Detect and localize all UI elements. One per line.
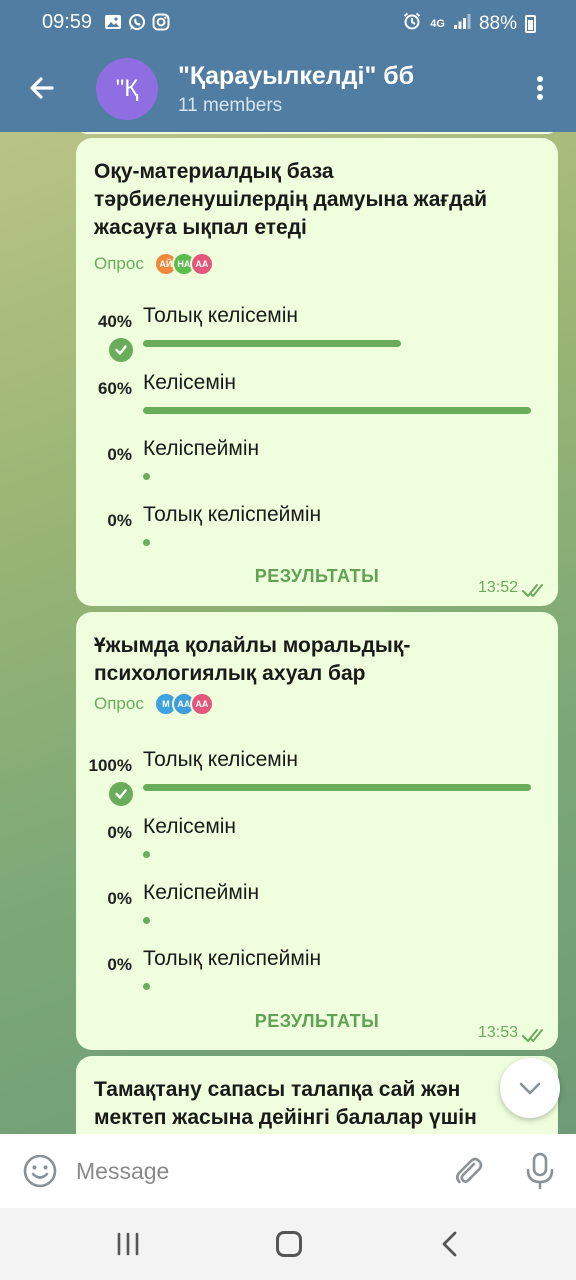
- result-bar: [143, 784, 531, 791]
- option-label: Толық келіспеймін: [143, 947, 322, 970]
- poll-question: Оқу-материалдық база тәрбиеленушілердің …: [94, 160, 488, 239]
- voter-avatar: АА: [189, 252, 214, 276]
- option-label: Келіспеймін: [143, 881, 260, 904]
- status-time: 09:59: [42, 11, 93, 33]
- chat-header: "Қ "Қарауылкелді" бб 11 members: [0, 44, 576, 132]
- group-avatar[interactable]: "Қ: [96, 58, 158, 120]
- option-percent: 0%: [107, 823, 132, 842]
- result-bar: [143, 407, 531, 414]
- scroll-down-button[interactable]: [500, 1058, 560, 1118]
- result-bar: [143, 539, 150, 546]
- poll-option[interactable]: 0% Толық келіспеймін: [76, 945, 558, 1005]
- option-label: Толық келісемін: [143, 304, 298, 327]
- option-label: Келіспеймін: [143, 437, 260, 460]
- poll-option[interactable]: 0% Келісемін: [76, 813, 558, 873]
- poll-option[interactable]: 0% Келіспеймін: [76, 435, 558, 495]
- notification-icons: [104, 13, 170, 31]
- option-percent: 40%: [97, 312, 132, 331]
- recent-apps-icon[interactable]: [114, 1232, 142, 1256]
- poll-message[interactable]: Оқу-материалдық база тәрбиеленушілердің …: [76, 138, 558, 606]
- voter-avatars[interactable]: М АА АА: [153, 692, 214, 716]
- poll-option[interactable]: 0% Толық келіспеймін: [76, 501, 558, 561]
- status-bar: 09:59 4G 88%: [0, 0, 576, 44]
- nav-back-icon[interactable]: [438, 1230, 462, 1258]
- whatsapp-icon: [128, 13, 146, 31]
- message-composer: [0, 1134, 576, 1208]
- poll-option[interactable]: 40% Толық келісемін: [76, 302, 558, 362]
- poll-question: Ұжымда қолайлы моральдық-психологиялық а…: [94, 634, 411, 685]
- option-label: Келісемін: [143, 371, 237, 394]
- chat-title[interactable]: "Қарауылкелді" бб: [178, 62, 414, 91]
- message-input[interactable]: [76, 1152, 436, 1190]
- battery-label: 88%: [478, 13, 517, 34]
- checkmark-icon: [109, 782, 133, 806]
- poll-option[interactable]: 100% Толық келісемін: [76, 746, 558, 806]
- poll-option[interactable]: 0% Келіспеймін: [76, 879, 558, 939]
- message-time: 13:52: [477, 579, 518, 596]
- network-label: 4G: [430, 18, 445, 30]
- poll-type-label: Опрос: [94, 694, 144, 713]
- poll-question: Тамақтану сапасы талапқа сай жән мектеп …: [94, 1078, 477, 1129]
- option-percent: 0%: [107, 511, 132, 530]
- poll-message[interactable]: Тамақтану сапасы талапқа сай жән мектеп …: [76, 1056, 558, 1134]
- previous-message-bubble: [76, 132, 558, 134]
- option-percent: 0%: [107, 445, 132, 464]
- chat-area[interactable]: Оқу-материалдық база тәрбиеленушілердің …: [0, 132, 576, 1134]
- option-percent: 100%: [88, 756, 132, 775]
- emoji-icon[interactable]: [22, 1153, 58, 1189]
- chevron-down-icon: [519, 1082, 541, 1095]
- double-check-icon: [522, 582, 548, 598]
- member-count: 11 members: [178, 95, 283, 116]
- voter-avatar: АА: [189, 692, 214, 716]
- paperclip-icon[interactable]: [450, 1153, 486, 1189]
- signal-icon: [453, 12, 471, 36]
- option-percent: 60%: [97, 379, 132, 398]
- result-bar: [143, 917, 150, 924]
- option-label: Толық келіспеймін: [143, 503, 322, 526]
- option-label: Келісемін: [143, 815, 237, 838]
- back-arrow-icon[interactable]: [24, 70, 60, 106]
- checkmark-icon: [109, 338, 133, 362]
- home-icon[interactable]: [276, 1231, 302, 1257]
- option-percent: 0%: [107, 889, 132, 908]
- system-nav-bar: [0, 1208, 576, 1280]
- option-label: Толық келісемін: [143, 748, 298, 771]
- poll-meta: Опрос АЙ НА АА: [94, 252, 214, 276]
- option-percent: 0%: [107, 955, 132, 974]
- status-right: 4G 88%: [402, 11, 536, 37]
- poll-meta: Опрос М АА АА: [94, 692, 214, 716]
- microphone-icon[interactable]: [522, 1151, 558, 1191]
- poll-type-label: Опрос: [94, 254, 144, 273]
- poll-message[interactable]: Ұжымда қолайлы моральдық-психологиялық а…: [76, 612, 558, 1050]
- double-check-icon: [522, 1027, 548, 1043]
- result-bar: [143, 473, 150, 480]
- poll-option[interactable]: 60% Келісемін: [76, 369, 558, 429]
- alarm-icon: [402, 11, 422, 37]
- instagram-icon: [152, 13, 170, 31]
- result-bar: [143, 340, 401, 347]
- gallery-icon: [104, 13, 122, 31]
- result-bar: [143, 851, 150, 858]
- message-time: 13:53: [477, 1024, 518, 1041]
- voter-avatars[interactable]: АЙ НА АА: [153, 252, 214, 276]
- battery-icon: [525, 15, 536, 33]
- result-bar: [143, 983, 150, 990]
- more-options-icon[interactable]: [524, 72, 556, 104]
